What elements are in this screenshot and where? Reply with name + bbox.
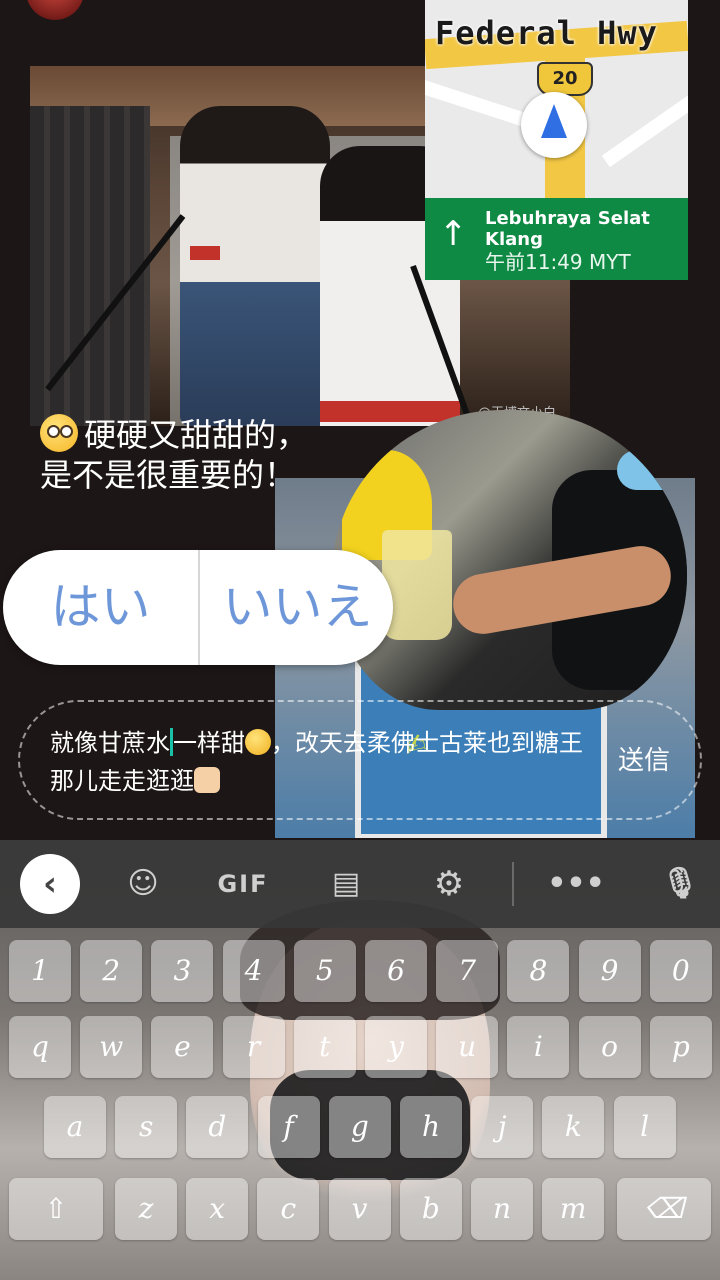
photo-person-male (180, 106, 330, 426)
key-n[interactable]: n (471, 1178, 533, 1240)
key-o[interactable]: o (578, 1016, 641, 1078)
grimacing-face-emoji-icon (245, 729, 271, 755)
navigation-arrow-icon (521, 92, 587, 158)
key-7[interactable]: 7 (436, 940, 499, 1002)
key-q[interactable]: q (9, 1016, 71, 1078)
no-button[interactable]: いいえ (200, 550, 395, 665)
soft-keyboard: ‹ ☺ GIF ▤ ⚙ ••• 🎙 1234567890 qwertyuiop as… (0, 840, 720, 1280)
key-r[interactable]: r (222, 1016, 285, 1078)
key-w[interactable]: w (80, 1016, 143, 1078)
settings-gear-icon[interactable]: ⚙ (419, 854, 479, 914)
key-k[interactable]: k (542, 1096, 605, 1158)
key-9[interactable]: 9 (578, 940, 641, 1002)
clipboard-icon[interactable]: ▤ (316, 854, 376, 914)
key-b[interactable]: b (399, 1178, 462, 1240)
message-input[interactable]: 就像甘蔗水 一样甜 ，改天去柔佛士古莱也到糖王那儿走走逛逛 (50, 724, 595, 800)
jacket-stripe (190, 246, 220, 260)
message-compose-box[interactable]: 就像甘蔗水 一样甜 ，改天去柔佛士古莱也到糖王那儿走走逛逛 送信 (18, 700, 702, 820)
sender-avatar[interactable] (26, 0, 84, 20)
key-y[interactable]: y (365, 1016, 427, 1078)
navigation-banner[interactable]: ↑ Lebuhraya Selat Klang 午前11:49 MYT (425, 198, 688, 280)
message-text-part-1: 就像甘蔗水 (50, 729, 170, 757)
key-a[interactable]: a (44, 1096, 106, 1158)
flushed-face-emoji-icon (40, 414, 78, 452)
microphone-icon[interactable]: 🎙 (650, 854, 710, 914)
key-6[interactable]: 6 (365, 940, 427, 1002)
key-z[interactable]: z (115, 1178, 177, 1240)
key-m[interactable]: m (542, 1178, 605, 1240)
key-2[interactable]: 2 (80, 940, 143, 1002)
key-e[interactable]: e (151, 1016, 214, 1078)
key-i[interactable]: i (507, 1016, 570, 1078)
navigation-map-card[interactable]: Federal Hwy 20 ↑ Lebuhraya Selat Klang 午… (425, 0, 688, 280)
arrival-time: 午前11:49 MYT (485, 250, 631, 274)
key-5[interactable]: 5 (293, 940, 356, 1002)
key-c[interactable]: c (257, 1178, 320, 1240)
key-u[interactable]: u (436, 1016, 499, 1078)
sticker-icon[interactable]: ☺ (113, 854, 173, 914)
yes-button[interactable]: はい (3, 550, 198, 665)
sticker-face-mask (617, 450, 687, 490)
more-options-icon[interactable]: ••• (546, 854, 606, 914)
toolbar-separator (512, 862, 514, 906)
key-1[interactable]: 1 (9, 940, 71, 1002)
message-text-part-2: 一样甜 (173, 729, 245, 757)
key-d[interactable]: d (186, 1096, 249, 1158)
backspace-key-icon[interactable]: ⌫ (617, 1178, 711, 1240)
quick-reply-pill: はい いいえ (3, 550, 393, 665)
route-shield: 20 (537, 62, 593, 96)
gif-button[interactable]: GIF (213, 854, 273, 914)
key-j[interactable]: j (471, 1096, 534, 1158)
key-3[interactable]: 3 (151, 940, 214, 1002)
collapse-toolbar-icon[interactable]: ‹ (20, 854, 80, 914)
key-h[interactable]: h (400, 1096, 462, 1158)
map-side-road (601, 86, 688, 168)
key-x[interactable]: x (186, 1178, 249, 1240)
key-4[interactable]: 4 (222, 940, 285, 1002)
key-p[interactable]: p (649, 1016, 712, 1078)
key-f[interactable]: f (257, 1096, 320, 1158)
caption-line-1: 硬硬又甜甜的， (84, 416, 309, 454)
key-l[interactable]: l (613, 1096, 676, 1158)
key-t[interactable]: t (293, 1016, 356, 1078)
key-g[interactable]: g (328, 1096, 391, 1158)
shift-key-icon[interactable]: ⇧ (9, 1178, 103, 1240)
key-0[interactable]: 0 (649, 940, 712, 1002)
map-road-name: Federal Hwy (435, 14, 658, 52)
caption-line-2: 是不是很重要的！ (40, 456, 297, 494)
straight-arrow-icon: ↑ (439, 214, 468, 254)
thumbs-up-emoji-icon (194, 767, 220, 793)
key-s[interactable]: s (115, 1096, 178, 1158)
send-button[interactable]: 送信 (618, 740, 670, 777)
next-street-name: Lebuhraya Selat Klang (485, 208, 650, 250)
message-caption: 硬硬又甜甜的， 是不是很重要的！ (40, 414, 308, 495)
key-v[interactable]: v (328, 1178, 391, 1240)
key-8[interactable]: 8 (507, 940, 570, 1002)
keyboard-toolbar: ‹ ☺ GIF ▤ ⚙ ••• 🎙 (0, 840, 720, 928)
photo-bg-panel (30, 106, 150, 426)
